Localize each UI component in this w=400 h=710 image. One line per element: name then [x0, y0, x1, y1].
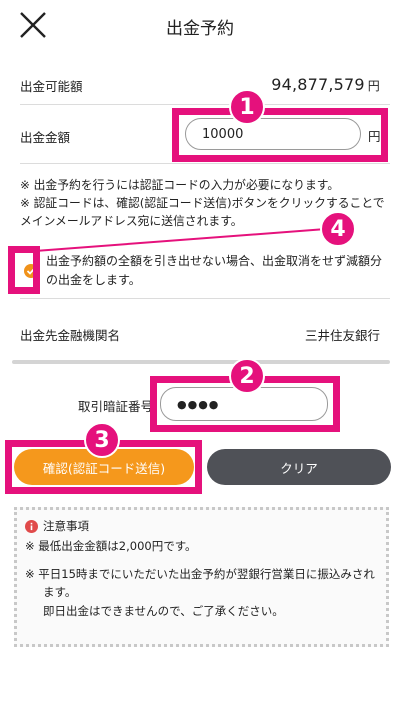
- amount-label: 出金金額: [20, 130, 71, 145]
- page-title: 出金予約: [166, 19, 234, 39]
- partial-withdraw-label: 出金予約額の全額を引き出せない場合、出金取消をせず減額分の出金をします。: [46, 254, 383, 287]
- connector-line: [34, 228, 327, 252]
- badge-1: 1: [229, 89, 265, 125]
- badge-2: 2: [229, 358, 265, 394]
- available-amount: 94,877,579: [271, 75, 365, 94]
- note-item: ※ 出金予約を行うには認証コードの入力が必要になります。: [20, 178, 340, 192]
- divider: [20, 298, 390, 299]
- info-icon: [25, 520, 38, 533]
- highlight-amount: [172, 108, 388, 162]
- available-unit: 円: [367, 79, 380, 93]
- caution-title: 注意事項: [43, 519, 89, 533]
- available-value: 94,877,579 円: [271, 75, 380, 94]
- caution-line: ※ 最低出金金額は2,000円です。: [25, 539, 197, 553]
- caution-box: 注意事項 ※ 最低出金金額は2,000円です。 ※ 平日15時までにいただいた出…: [14, 507, 389, 647]
- divider: [20, 104, 390, 105]
- bank-value: 三井住友銀行: [304, 328, 380, 343]
- pin-label: 取引暗証番号: [78, 399, 154, 414]
- clear-button[interactable]: クリア: [207, 449, 391, 485]
- available-label: 出金可能額: [20, 79, 83, 94]
- caution-line: 即日出金はできませんので、ご了承ください。: [43, 604, 284, 618]
- divider: [20, 163, 390, 164]
- section-divider: [12, 360, 390, 364]
- badge-4: 4: [320, 211, 356, 247]
- bank-label: 出金先金融機関名: [20, 328, 121, 343]
- header: 出金予約: [0, 0, 400, 50]
- caution-line: ※ 平日15時までにいただいた出金予約が翌銀行営業日に振込みされます。: [25, 567, 375, 599]
- badge-3: 3: [84, 422, 120, 458]
